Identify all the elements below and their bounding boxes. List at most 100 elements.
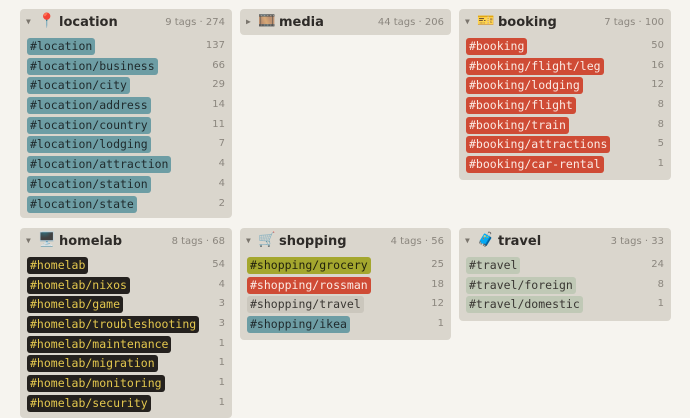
tag-chip[interactable]: #booking/train <box>466 116 569 134</box>
tag-count: 5 <box>657 138 664 150</box>
tag-row: #homelab 54 <box>20 256 232 276</box>
tag-group-header[interactable]: ▼ 📍 location 9 tags · 274 <box>20 9 232 35</box>
tag-chip[interactable]: #location/address <box>27 97 151 115</box>
tag-chip[interactable]: #location <box>27 38 96 55</box>
tag-group-title: location <box>59 15 118 30</box>
tag-chip[interactable]: #booking/lodging <box>466 77 583 95</box>
tag-chip[interactable]: #shopping/ikea <box>247 316 350 334</box>
tag-count: 137 <box>205 40 225 51</box>
tag-count: 12 <box>431 298 444 310</box>
chevron-down-icon[interactable]: ▼ <box>246 236 251 246</box>
luggage-icon: 🧳 <box>477 232 495 248</box>
tag-count: 1 <box>657 158 664 170</box>
tag-chip[interactable]: #location/station <box>27 175 151 193</box>
tag-group-meta: 9 tags · 274 <box>165 17 225 28</box>
tag-chip[interactable]: #homelab/game <box>27 296 124 314</box>
tag-group-location: ▼ 📍 location 9 tags · 274 #location 137 #l… <box>20 9 232 218</box>
tag-chip[interactable]: #travel/foreign <box>466 276 576 294</box>
tag-row: #homelab/migration 1 <box>20 354 232 374</box>
tag-group-header[interactable]: ▼ 🧳 travel 3 tags · 33 <box>459 228 671 254</box>
tag-count: 1 <box>218 357 225 369</box>
tag-count: 12 <box>651 79 664 91</box>
shopping-cart-icon: 🛒 <box>258 232 276 248</box>
tag-count: 18 <box>431 278 444 290</box>
chevron-down-icon[interactable]: ▼ <box>26 236 31 246</box>
tag-count: 3 <box>218 298 225 310</box>
tag-chip[interactable]: #shopping/travel <box>247 296 364 314</box>
chevron-down-icon[interactable]: ▼ <box>26 17 31 27</box>
tag-chip[interactable]: #travel/domestic <box>466 296 583 314</box>
tag-chip[interactable]: #homelab/maintenance <box>27 335 172 353</box>
ticket-icon: 🎫 <box>477 13 495 29</box>
tag-group-meta: 44 tags · 206 <box>377 17 444 28</box>
tag-count: 8 <box>657 99 664 111</box>
tag-row: #location/address 14 <box>20 96 232 116</box>
tag-group-meta: 7 tags · 100 <box>604 17 664 28</box>
tag-row: #homelab/nixos 4 <box>20 276 232 296</box>
tag-row: #location 137 <box>20 37 232 57</box>
tag-row: #booking/train 8 <box>459 116 671 136</box>
tag-chip[interactable]: #shopping/rossman <box>247 276 371 294</box>
tag-group-travel: ▼ 🧳 travel 3 tags · 33 #travel 24 #travel/… <box>459 228 671 321</box>
tag-chip[interactable]: #booking/car-rental <box>466 156 604 174</box>
tag-chip[interactable]: #shopping/grocery <box>247 257 371 274</box>
tag-chip[interactable]: #homelab/migration <box>27 355 158 373</box>
chevron-down-icon[interactable]: ▼ <box>465 236 470 246</box>
tag-group-media: ▶ 🎞️ media 44 tags · 206 <box>240 9 451 35</box>
tag-count: 14 <box>212 99 225 111</box>
tag-chip[interactable]: #booking/flight <box>466 97 576 115</box>
tag-row: #homelab/maintenance 1 <box>20 335 232 355</box>
tag-group-header[interactable]: ▶ 🎞️ media 44 tags · 206 <box>240 9 451 35</box>
tag-chip[interactable]: #booking/attractions <box>466 136 611 154</box>
tag-row: #travel/domestic 1 <box>459 295 671 315</box>
tag-row: #booking/attractions 5 <box>459 135 671 155</box>
tag-chip[interactable]: #homelab/monitoring <box>27 375 165 393</box>
tag-chip[interactable]: #location/lodging <box>27 136 151 154</box>
tag-row: #shopping/grocery 25 <box>240 256 451 276</box>
tag-row: #shopping/rossman 18 <box>240 276 451 296</box>
tag-row: #location/lodging 7 <box>20 135 232 155</box>
tag-chip[interactable]: #booking <box>466 38 528 55</box>
tag-row: #homelab/troubleshooting 3 <box>20 315 232 335</box>
tag-row: #location/attraction 4 <box>20 155 232 175</box>
tag-group-meta: 8 tags · 68 <box>171 236 225 247</box>
tag-chip[interactable]: #homelab/troubleshooting <box>27 316 200 334</box>
desktop-computer-icon: 🖥️ <box>38 232 56 248</box>
chevron-down-icon[interactable]: ▼ <box>465 17 470 27</box>
tag-chip[interactable]: #location/business <box>27 57 158 75</box>
tag-chip[interactable]: #location/attraction <box>27 156 172 174</box>
tag-row: #location/country 11 <box>20 116 232 136</box>
tag-row: #location/state 2 <box>20 195 232 215</box>
tag-row: #booking 50 <box>459 37 671 57</box>
tag-chip[interactable]: #location/state <box>27 195 137 213</box>
tag-row: #booking/flight 8 <box>459 96 671 116</box>
tag-count: 4 <box>218 158 225 170</box>
tag-group-title: homelab <box>59 234 123 249</box>
tag-group-header[interactable]: ▼ 🛒 shopping 4 tags · 56 <box>240 228 451 254</box>
tag-chip[interactable]: #booking/flight/leg <box>466 57 604 75</box>
tag-chip[interactable]: #homelab/nixos <box>27 276 130 294</box>
chevron-right-icon[interactable]: ▶ <box>246 17 251 27</box>
tag-row: #homelab/game 3 <box>20 295 232 315</box>
tag-count: 2 <box>218 197 225 209</box>
tag-count: 8 <box>657 278 664 290</box>
tag-chip[interactable]: #homelab/security <box>27 394 151 412</box>
tag-count: 1 <box>218 337 225 349</box>
tag-chip[interactable]: #travel <box>466 257 521 274</box>
tag-chip[interactable]: #location/city <box>27 77 130 95</box>
tag-group-meta: 4 tags · 56 <box>390 236 444 247</box>
tag-list: #shopping/grocery 25 #shopping/rossman 18 #s… <box>240 256 451 335</box>
tag-list: #homelab 54 #homelab/nixos 4 #homelab/game 3 #… <box>20 256 232 414</box>
tag-count: 29 <box>212 79 225 91</box>
tag-group-meta: 3 tags · 33 <box>610 236 664 247</box>
tag-group-booking: ▼ 🎫 booking 7 tags · 100 #booking 50 #book… <box>459 9 671 180</box>
tag-group-title: travel <box>498 234 542 249</box>
tag-count: 54 <box>212 259 225 270</box>
tag-chip[interactable]: #location/country <box>27 116 151 134</box>
tag-group-header[interactable]: ▼ 🖥️ homelab 8 tags · 68 <box>20 228 232 254</box>
tag-group-title: booking <box>498 15 557 30</box>
tag-row: #booking/flight/leg 16 <box>459 57 671 77</box>
tag-count: 1 <box>437 318 444 330</box>
tag-chip[interactable]: #homelab <box>27 257 89 274</box>
tag-group-header[interactable]: ▼ 🎫 booking 7 tags · 100 <box>459 9 671 35</box>
